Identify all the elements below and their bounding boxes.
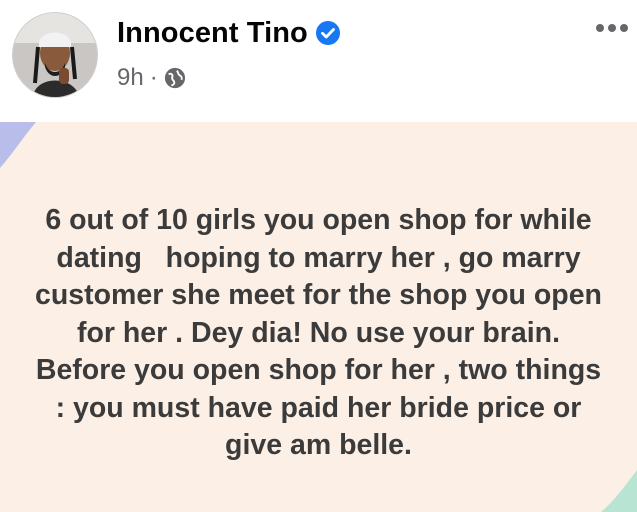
meta-separator: · (149, 64, 158, 91)
more-options-icon[interactable] (595, 22, 629, 34)
globe-icon[interactable] (164, 67, 186, 89)
author-name[interactable]: Innocent Tino (117, 17, 308, 49)
author-avatar[interactable] (12, 12, 98, 98)
post-meta: 9h · (117, 64, 186, 92)
verified-badge-icon (315, 21, 340, 45)
post-text: 6 out of 10 girls you open shop for whil… (35, 204, 610, 461)
post-timestamp[interactable]: 9h (117, 64, 144, 92)
avatar-photo-icon (13, 13, 97, 97)
author-name-row: Innocent Tino (117, 17, 340, 50)
decorative-shape-top-left (0, 122, 36, 168)
decorative-shape-bottom-right (601, 470, 637, 512)
post-header: Innocent Tino 9h · (0, 0, 637, 122)
post-body: 6 out of 10 girls you open shop for whil… (0, 122, 637, 512)
